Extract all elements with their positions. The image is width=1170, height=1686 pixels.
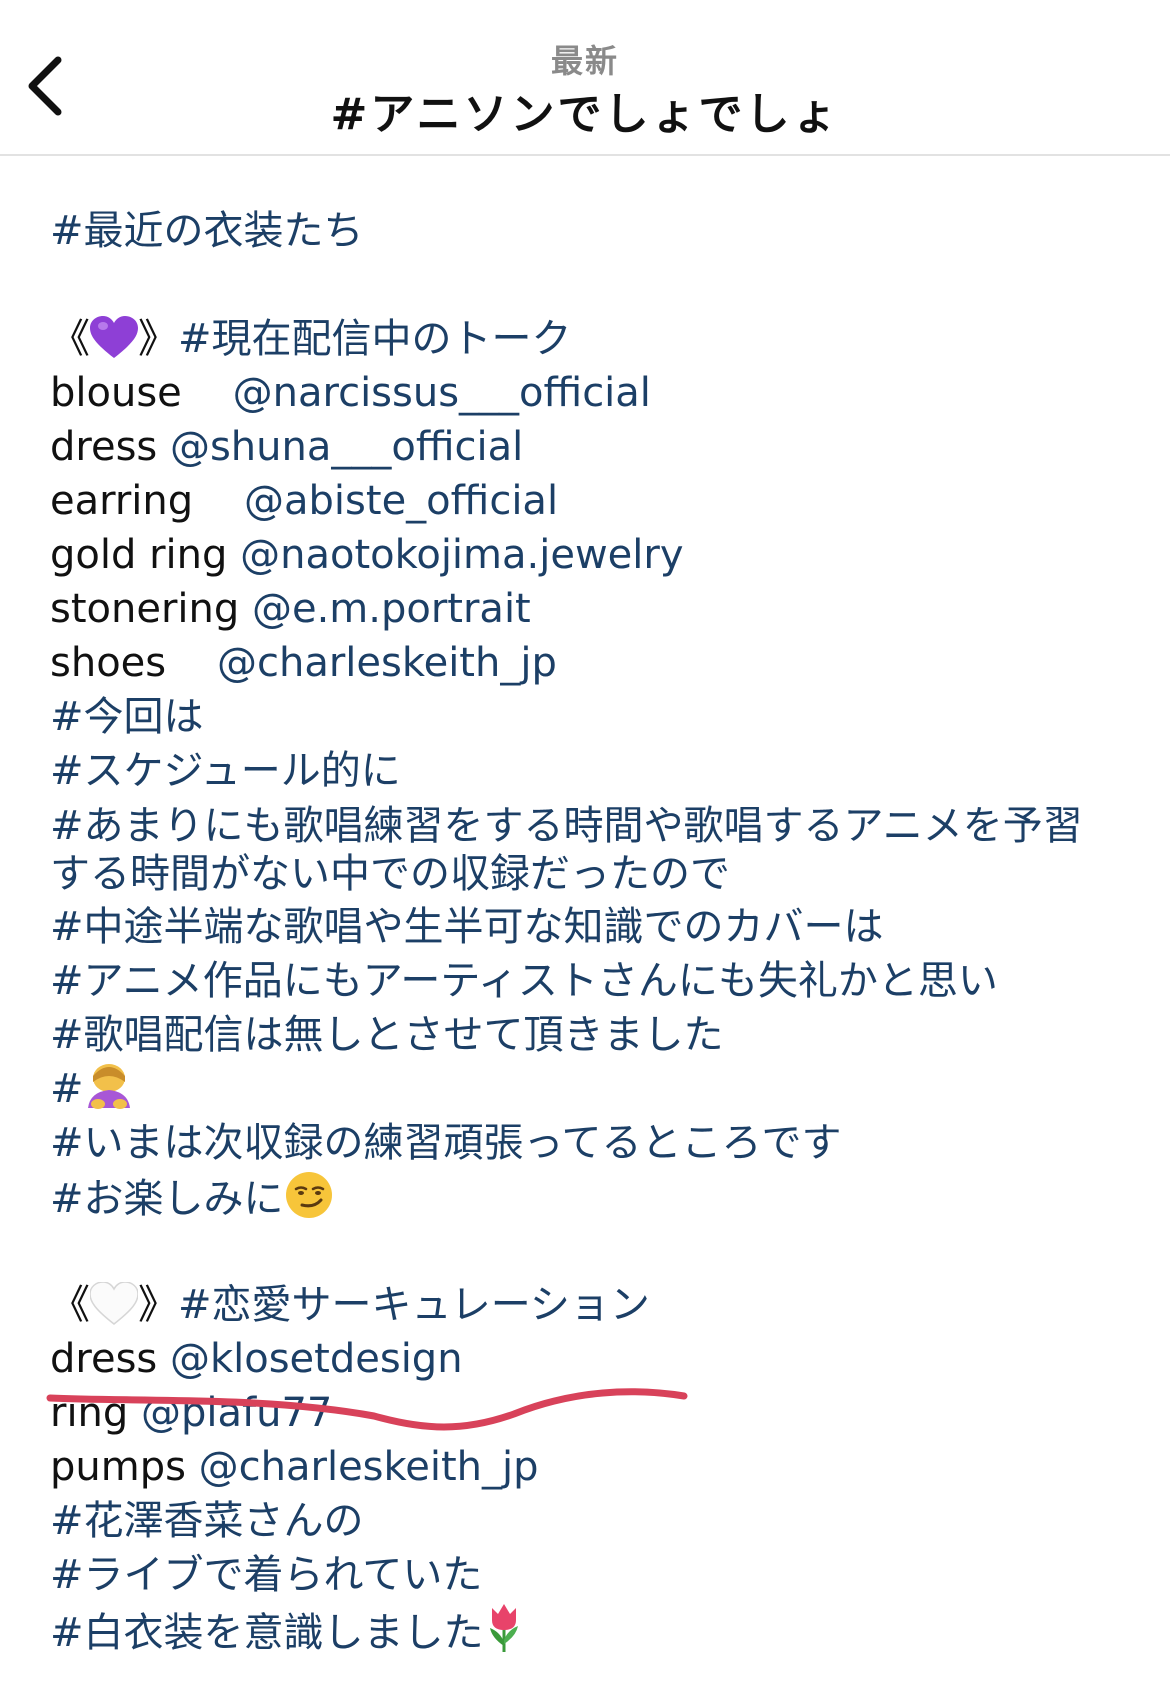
hashtag-link[interactable]: #中途半端な歌唱や生半可な知識でのカバーは	[50, 904, 884, 950]
hashtag-link[interactable]: #ライブで着られていた	[50, 1552, 482, 1598]
mention-link[interactable]: @klosetdesign	[170, 1336, 463, 1382]
credit-line: blouse @narcissus___official	[50, 366, 1140, 420]
post-caption: #最近の衣装たち 《》#現在配信中のトーク blouse @narcissus_…	[50, 204, 1140, 1656]
bracket-close: 》	[138, 316, 178, 362]
credit-item: blouse	[50, 370, 182, 416]
bracket-open: 《	[50, 316, 90, 362]
credit-item: earring	[50, 478, 194, 524]
mention-link[interactable]: @narcissus___official	[233, 370, 651, 416]
credit-line: ring @plafu77	[50, 1386, 1140, 1440]
credit-line: pumps @charleskeith_jp	[50, 1440, 1140, 1494]
top-bar: 最新 #アニソンでしょでしょ	[0, 0, 1170, 156]
hashtag-link[interactable]: #白衣装を意識しました	[50, 1610, 484, 1656]
header-subtitle: 最新	[550, 42, 619, 80]
credit-item: shoes	[50, 640, 167, 686]
hashtag-link[interactable]: #いまは次収録の練習頑張ってるところです	[50, 1120, 842, 1166]
hashtag-link[interactable]: #今回は	[50, 694, 204, 740]
credit-line: dress @shuna___official	[50, 420, 1140, 474]
credit-item: dress	[50, 424, 158, 470]
credit-line: gold ring @naotokojima.jewelry	[50, 528, 1140, 582]
bowing-person-icon	[84, 1062, 134, 1124]
credit-line: stonering @e.m.portrait	[50, 582, 1140, 636]
credit-item: gold ring	[50, 532, 228, 578]
section-heading-1: 《 》#現在配信中のトーク	[50, 312, 1140, 366]
mention-link[interactable]: @charleskeith_jp	[217, 640, 557, 686]
tulip-icon	[484, 1602, 524, 1668]
hashtag-link[interactable]: #最近の衣装たち	[50, 208, 364, 254]
mention-link[interactable]: @plafu77	[141, 1390, 332, 1436]
hashtag-link[interactable]: #お楽しみに	[50, 1176, 284, 1222]
mention-link[interactable]: @naotokojima.jewelry	[240, 532, 683, 578]
hashtag-link[interactable]: #歌唱配信は無しとさせて頂きました	[50, 1012, 724, 1058]
credit-line: shoes @charleskeith_jp	[50, 636, 1140, 690]
credit-item: pumps	[50, 1444, 186, 1490]
mention-link[interactable]: @charleskeith_jp	[199, 1444, 539, 1490]
hashtag-link[interactable]: #現在配信中のトーク	[178, 316, 572, 362]
hashtag-link[interactable]: #あまりにも歌唱練習をする時間や歌唱するアニメを予習する時間がない中での収録だっ…	[50, 803, 1083, 897]
credit-line: dress @klosetdesign	[50, 1332, 1140, 1386]
hashtag-link[interactable]: #恋愛サーキュレーション	[178, 1282, 650, 1328]
credit-line: earring @abiste_official	[50, 474, 1140, 528]
smirking-face-icon	[284, 1170, 334, 1234]
section-heading-2: 《 》#恋愛サーキュレーション	[50, 1278, 1140, 1332]
hashtag-link[interactable]: #スケジュール的に	[50, 748, 401, 794]
credit-item: stonering	[50, 586, 240, 632]
credit-item: ring	[50, 1390, 129, 1436]
mention-link[interactable]: @shuna___official	[170, 424, 523, 470]
mention-link[interactable]: @abiste_official	[244, 478, 558, 524]
bracket-open: 《	[50, 1282, 90, 1328]
hashtag-link[interactable]: #	[50, 1066, 84, 1112]
mention-link[interactable]: @e.m.portrait	[252, 586, 531, 632]
credit-item: dress	[50, 1336, 158, 1382]
hashtag-link[interactable]: #アニメ作品にもアーティストさんにも失礼かと思い	[50, 958, 998, 1004]
page-title: #アニソンでしょでしょ	[330, 89, 840, 140]
bracket-close: 》	[138, 1282, 178, 1328]
hashtag-link[interactable]: #花澤香菜さんの	[50, 1498, 364, 1544]
